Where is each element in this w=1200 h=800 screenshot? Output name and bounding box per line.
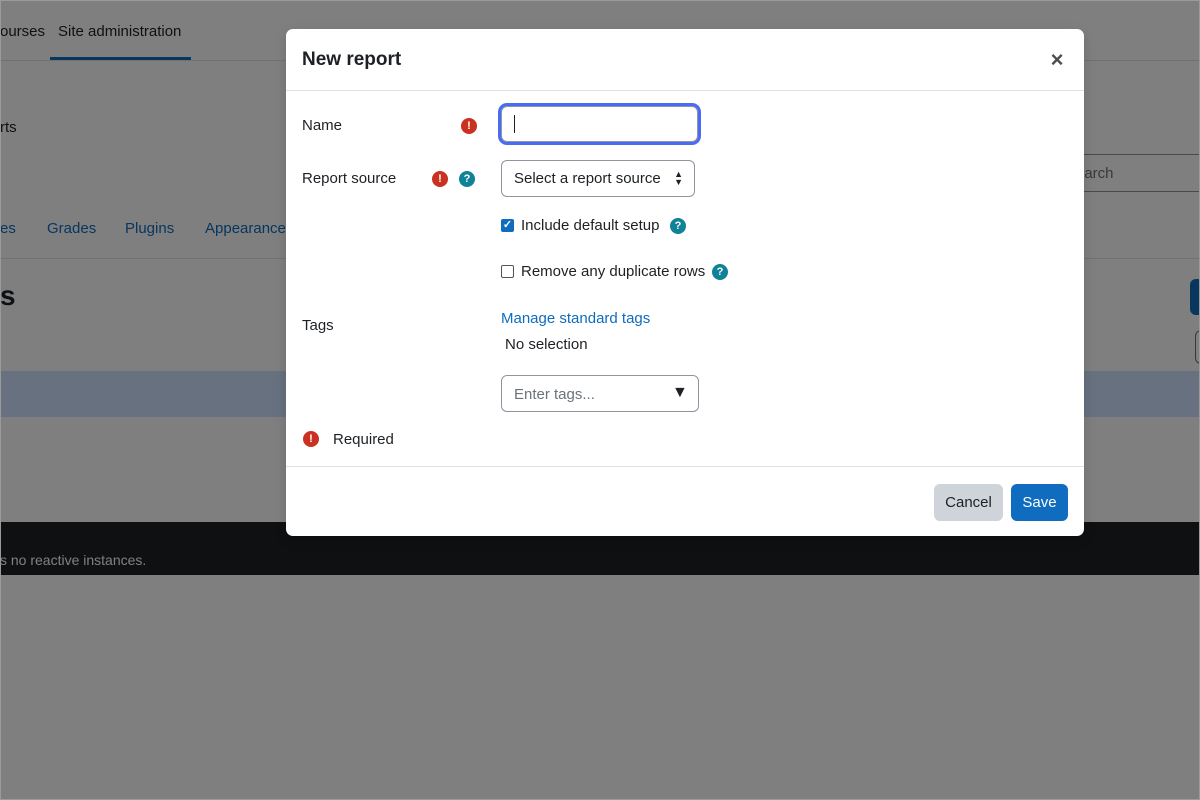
- report-source-label: Report source: [302, 170, 397, 187]
- exclamation-circle-icon: !: [303, 431, 319, 447]
- new-report-modal: New report × Name ! Report source ! ? Se…: [286, 29, 1084, 536]
- close-icon[interactable]: ×: [1046, 49, 1068, 71]
- report-source-selected: Select a report source: [514, 170, 661, 187]
- tags-input[interactable]: Enter tags... ▼: [501, 375, 699, 412]
- name-input[interactable]: [501, 106, 698, 142]
- save-button[interactable]: Save: [1011, 484, 1068, 521]
- no-selection-text: No selection: [505, 336, 588, 353]
- question-circle-icon[interactable]: ?: [459, 171, 475, 187]
- manage-standard-tags-link[interactable]: Manage standard tags: [501, 310, 650, 327]
- remove-duplicates-checkbox[interactable]: [501, 265, 514, 278]
- include-default-checkbox[interactable]: ✓: [501, 219, 514, 232]
- modal-title: New report: [302, 49, 402, 70]
- modal-header: New report ×: [286, 29, 1084, 91]
- exclamation-circle-icon: !: [461, 118, 477, 134]
- tags-placeholder: Enter tags...: [514, 386, 595, 403]
- include-default-label: Include default setup: [521, 217, 660, 234]
- cancel-button[interactable]: Cancel: [934, 484, 1003, 521]
- select-arrows-icon: ▲ ▼: [674, 169, 683, 187]
- exclamation-circle-icon: !: [432, 171, 448, 187]
- required-note: Required: [333, 431, 394, 448]
- question-circle-icon[interactable]: ?: [712, 264, 728, 280]
- question-circle-icon[interactable]: ?: [670, 218, 686, 234]
- dropdown-triangle-icon[interactable]: ▼: [672, 384, 688, 402]
- tags-label: Tags: [302, 317, 334, 334]
- text-caret: [514, 115, 515, 133]
- report-source-select[interactable]: Select a report source ▲ ▼: [501, 160, 695, 197]
- remove-duplicates-label: Remove any duplicate rows: [521, 263, 706, 280]
- name-label: Name: [302, 117, 343, 134]
- modal-footer: Cancel Save: [286, 466, 1084, 537]
